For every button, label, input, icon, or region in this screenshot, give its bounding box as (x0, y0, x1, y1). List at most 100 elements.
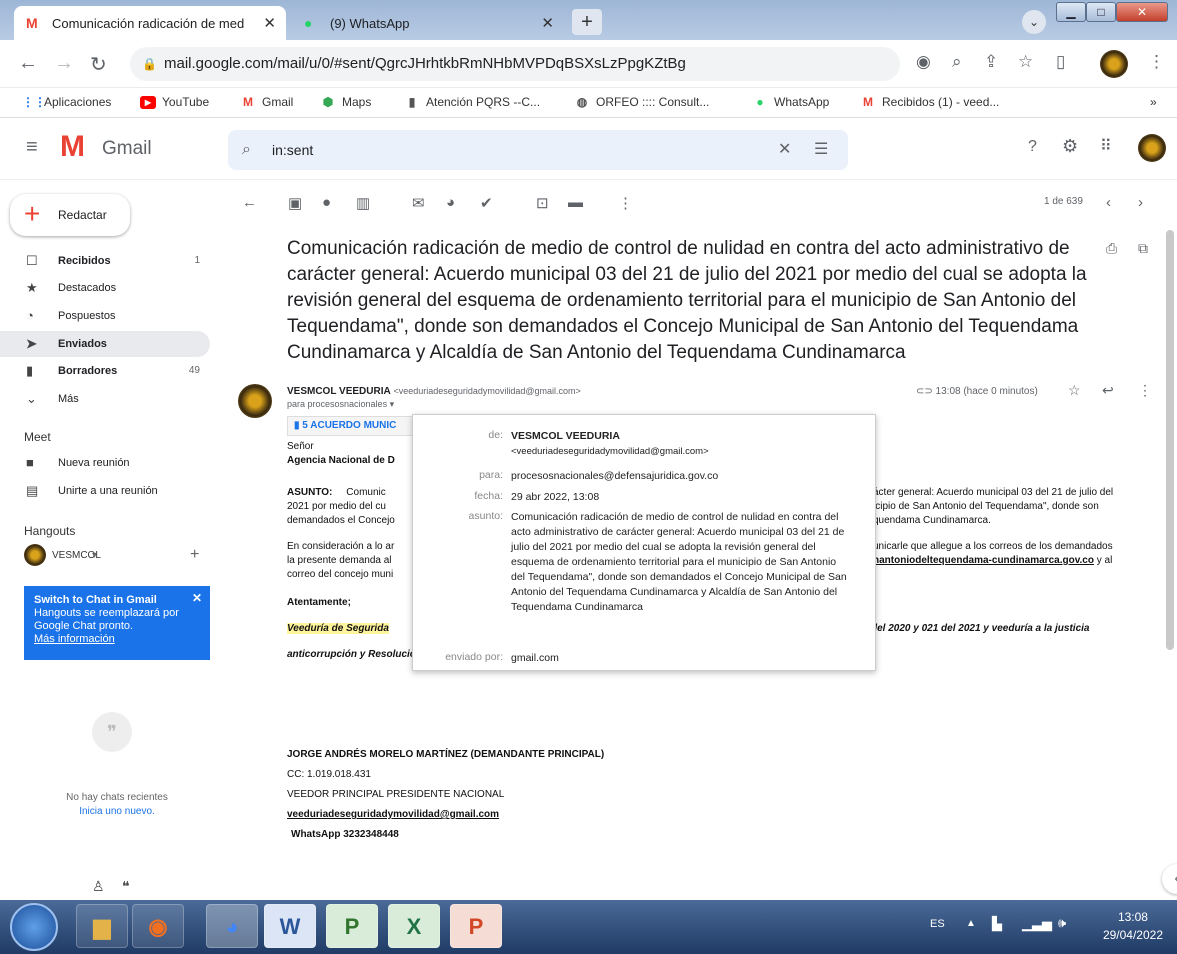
reply-icon[interactable]: ↩ (1102, 382, 1114, 399)
apps-grid-icon[interactable]: ⠿ (1100, 136, 1112, 156)
maximize-button[interactable]: □ (1086, 2, 1116, 22)
add-chat-icon[interactable]: + (190, 546, 199, 564)
reload-icon[interactable]: ↻ (90, 52, 107, 77)
print-icon[interactable]: ⎙ (1106, 240, 1117, 257)
signature-email-link[interactable]: veeduriadeseguridadymovilidad@gmail.com (287, 808, 1162, 822)
side-panel-toggle-icon[interactable]: ‹ (1162, 864, 1177, 894)
menu-kebab-icon[interactable]: ⋮ (1148, 52, 1165, 72)
attachment-clip-icon: ⊂⊃ (916, 386, 936, 397)
sidebar-item-enviados[interactable]: ➤ Enviados (0, 331, 210, 357)
gmail-logo-icon[interactable]: M (60, 132, 85, 162)
system-clock[interactable]: 13:08 29/04/2022 (1103, 908, 1163, 944)
message-more-icon[interactable]: ⋮ (1138, 382, 1152, 399)
media-player-icon[interactable]: ◉ (132, 904, 184, 948)
recipient-line[interactable]: para procesosnacionales ▾ (287, 399, 581, 410)
meet-new-meeting[interactable]: ■ Nueva reunión (0, 450, 210, 476)
report-spam-icon[interactable]: ● (322, 194, 331, 211)
word-icon[interactable]: W (264, 904, 316, 948)
older-icon[interactable]: › (1138, 194, 1143, 211)
bookmark-gmail[interactable]: M Gmail (240, 95, 293, 109)
more-actions-icon[interactable]: ⋮ (618, 194, 633, 212)
bookmarks-more[interactable]: » (1150, 95, 1157, 109)
close-tab-icon[interactable]: ✕ (263, 14, 276, 32)
new-tab-button[interactable]: + (572, 9, 602, 35)
bookmark-maps[interactable]: ⬢ Maps (320, 95, 372, 109)
tab-search-icon[interactable]: ⌄ (1022, 10, 1046, 34)
bookmark-orfeo[interactable]: ◍ ORFEO :::: Consult... (574, 95, 710, 109)
open-new-window-icon[interactable]: ⧉ (1138, 240, 1148, 257)
close-banner-icon[interactable]: ✕ (192, 592, 202, 605)
archive-icon[interactable]: ▣ (288, 194, 302, 212)
windows-start-button[interactable] (10, 903, 58, 951)
no-recent-chats: No hay chats recientes (66, 792, 168, 803)
sidebar-item-recibidos[interactable]: ☐ Recibidos 1 (0, 248, 210, 274)
bookmark-youtube[interactable]: ▶ YouTube (140, 95, 209, 109)
forward-icon[interactable]: → (54, 52, 74, 75)
mail-search-input[interactable]: ⌕ in:sent ✕ ☰ (228, 130, 848, 170)
compose-button[interactable]: + Redactar (10, 194, 130, 236)
close-tab-icon[interactable]: ✕ (541, 14, 554, 32)
move-to-icon[interactable]: ⊡ (536, 194, 549, 212)
volume-icon[interactable]: 🕪 (1058, 915, 1066, 931)
delete-icon[interactable]: ▥ (356, 194, 370, 212)
bookmark-whatsapp[interactable]: ● WhatsApp (752, 95, 829, 109)
publisher-icon[interactable]: P (326, 904, 378, 948)
close-window-button[interactable]: ✕ (1116, 2, 1168, 22)
excel-icon[interactable]: X (388, 904, 440, 948)
start-new-chat-link[interactable]: Inicia uno nuevo. (0, 806, 234, 817)
quote-icon[interactable]: ❝ (122, 878, 130, 895)
network-icon[interactable]: ▙ (992, 916, 1002, 932)
sidebar-item-mas[interactable]: ⌄ Más (0, 386, 210, 412)
bookmark-apps[interactable]: ⋮⋮ Aplicaciones (22, 95, 111, 109)
bookmark-pqrs[interactable]: ▮ Atención PQRS --C... (404, 95, 540, 109)
lock-icon: 🔒 (142, 57, 157, 71)
main-menu-icon[interactable]: ≡ (26, 136, 38, 159)
email-link[interactable]: nantoniodeltequendama-cundinamarca.gov.c… (873, 555, 1094, 566)
scrollbar[interactable] (1166, 230, 1174, 650)
search-options-icon[interactable]: ☰ (814, 130, 828, 170)
person-icon[interactable]: ♙ (92, 878, 105, 895)
back-to-list-icon[interactable]: ← (242, 194, 257, 211)
bookmark-recibidos[interactable]: M Recibidos (1) - veed... (860, 95, 999, 109)
language-indicator[interactable]: ES (930, 918, 945, 930)
details-chevron-icon[interactable]: ▾ (390, 399, 395, 409)
signal-icon[interactable]: ▁▃▅ (1022, 916, 1052, 932)
gmail-wordmark: Gmail (102, 138, 152, 159)
sidebar-item-borradores[interactable]: ▮ Borradores 49 (0, 358, 210, 384)
sidebar-item-pospuestos[interactable]: ◔ Pospuestos (0, 303, 210, 329)
tab-gmail[interactable]: M Comunicación radicación de med ✕ (14, 6, 286, 40)
sender-name[interactable]: VESMCOL VEEDURIA (287, 386, 391, 397)
mark-unread-icon[interactable]: ✉ (412, 194, 425, 212)
account-avatar[interactable] (1138, 134, 1166, 162)
clear-search-icon[interactable]: ✕ (778, 130, 791, 170)
hangouts-status-chevron-icon[interactable]: ▾ (92, 550, 97, 561)
side-panel-icon[interactable]: ▯ (1056, 52, 1065, 72)
settings-gear-icon[interactable]: ⚙ (1062, 136, 1078, 157)
address-bar[interactable]: 🔒 mail.google.com/mail/u/0/#sent/QgrcJHr… (130, 47, 900, 81)
tray-expand-icon[interactable]: ▲ (966, 918, 976, 929)
eye-icon[interactable]: ◉ (916, 52, 931, 72)
file-explorer-icon[interactable]: ▆ (76, 904, 128, 948)
powerpoint-icon[interactable]: P (450, 904, 502, 948)
sender-avatar[interactable] (238, 384, 272, 418)
hangouts-avatar[interactable] (24, 544, 46, 566)
share-icon[interactable]: ⇪ (984, 52, 998, 72)
more-info-link[interactable]: Más información (34, 633, 200, 646)
label-icon[interactable]: ▬ (568, 194, 583, 211)
zoom-icon[interactable]: ⌕ (952, 52, 962, 72)
profile-avatar[interactable] (1100, 50, 1128, 78)
chrome-icon[interactable]: ◕ (206, 904, 258, 948)
meet-join-meeting[interactable]: ▤ Unirte a una reunión (0, 478, 210, 504)
bookmark-star-icon[interactable]: ☆ (1018, 52, 1033, 72)
add-task-icon[interactable]: ✔ (480, 194, 493, 212)
newer-icon[interactable]: ‹ (1106, 194, 1111, 211)
search-icon[interactable]: ⌕ (242, 130, 251, 170)
sidebar-item-destacados[interactable]: ★ Destacados (0, 275, 210, 301)
attachment-chip[interactable]: ▮ 5 ACUERDO MUNIC (287, 416, 417, 436)
minimize-button[interactable]: ▁ (1056, 2, 1086, 22)
tab-whatsapp[interactable]: ● (9) WhatsApp ✕ (292, 6, 564, 40)
help-icon[interactable]: ? (1028, 138, 1037, 156)
snooze-icon[interactable]: ◕ (446, 194, 455, 211)
back-icon[interactable]: ← (18, 52, 38, 75)
star-icon[interactable]: ☆ (1068, 382, 1081, 399)
